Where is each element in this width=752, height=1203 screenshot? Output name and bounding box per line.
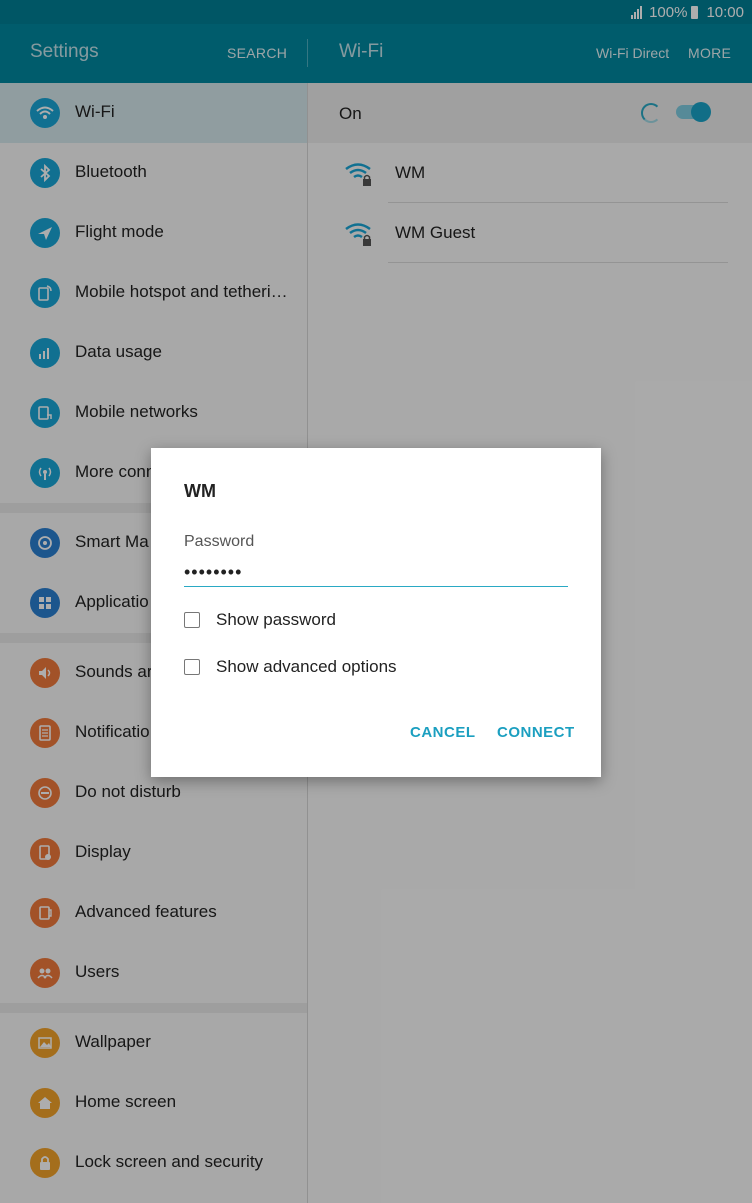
connect-button[interactable]: CONNECT bbox=[497, 724, 575, 741]
password-input[interactable] bbox=[184, 558, 568, 587]
dialog-title: WM bbox=[184, 481, 216, 501]
wifi-password-dialog: WM Password Show password Show advanced … bbox=[151, 448, 601, 777]
password-label: Password bbox=[184, 533, 255, 550]
show-password-label: Show password bbox=[216, 610, 337, 629]
cancel-button[interactable]: CANCEL bbox=[410, 724, 476, 741]
show-password-checkbox-row[interactable]: Show password bbox=[184, 608, 336, 632]
show-advanced-checkbox-row[interactable]: Show advanced options bbox=[184, 655, 397, 679]
show-advanced-checkbox[interactable] bbox=[184, 659, 200, 675]
show-advanced-label: Show advanced options bbox=[216, 657, 397, 676]
show-password-checkbox[interactable] bbox=[184, 612, 200, 628]
